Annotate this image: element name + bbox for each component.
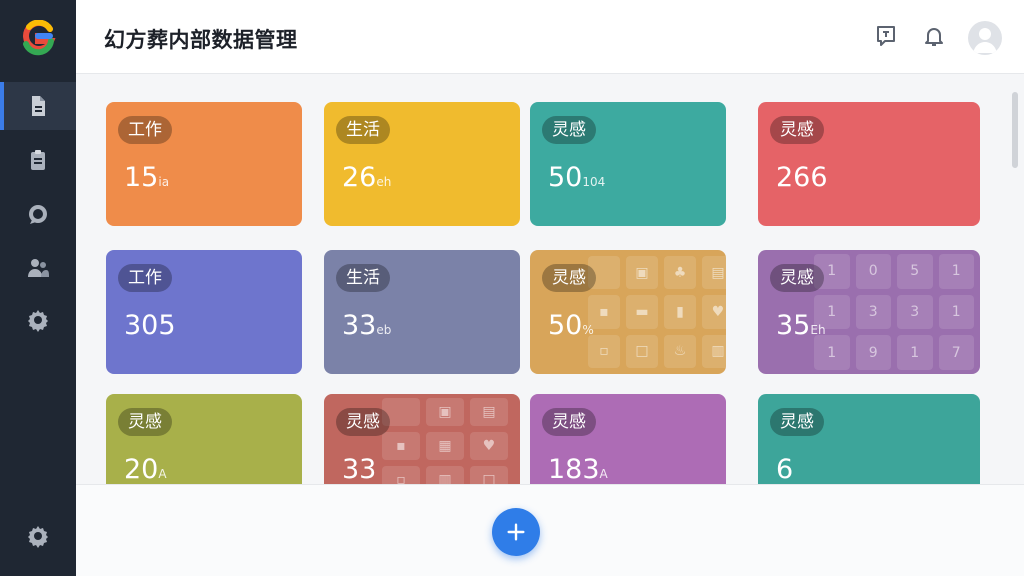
- tile: □: [470, 466, 508, 484]
- card-number: 266: [776, 162, 828, 193]
- grid-digit: 9: [855, 335, 891, 370]
- data-card[interactable]: 灵感 20A: [106, 394, 302, 484]
- grid-digit: 5: [897, 254, 933, 289]
- avatar[interactable]: [968, 21, 1002, 55]
- grid-digit: 3: [855, 294, 891, 330]
- card-tag: 灵感: [336, 408, 390, 436]
- digit-tile-grid: 1 0 5 1 1 3 3 1 1 9 1 7: [814, 254, 974, 370]
- user-avatar-icon: [973, 28, 997, 53]
- plus-icon: [507, 523, 525, 541]
- card-number: 35Eh: [776, 310, 826, 341]
- tile: ▮: [664, 295, 696, 329]
- tile: ♥: [470, 432, 508, 460]
- grid-digit: 0: [855, 254, 891, 289]
- data-card[interactable]: 生活 26eh: [324, 102, 520, 226]
- sidebar-item-messages[interactable]: [0, 190, 76, 238]
- card-tag: 灵感: [770, 408, 824, 436]
- card-number: 20A: [124, 454, 167, 484]
- tile: ▣: [426, 398, 464, 426]
- card-tag: 灵感: [542, 264, 596, 292]
- sidebar-item-tasks[interactable]: [0, 136, 76, 184]
- card-tag: 工作: [118, 264, 172, 292]
- card-number: 33eb: [342, 310, 392, 341]
- add-button[interactable]: [492, 508, 540, 556]
- card-tag: 灵感: [770, 264, 824, 292]
- sidebar-item-bottom-settings[interactable]: [0, 512, 76, 560]
- card-number: 33: [342, 454, 377, 484]
- tile: □: [626, 334, 658, 368]
- tile: ♨: [664, 334, 696, 368]
- card-tag: 灵感: [118, 408, 172, 436]
- card-number: 15ia: [124, 162, 170, 193]
- message-icon: [877, 26, 895, 46]
- tile: ▥: [426, 466, 464, 484]
- card-tag: 灵感: [542, 408, 596, 436]
- tile: ▣: [626, 256, 658, 290]
- tile: ▫: [382, 466, 420, 484]
- scrollbar[interactable]: [1012, 92, 1018, 168]
- app-logo[interactable]: [20, 19, 56, 56]
- card-number: 183A: [548, 454, 608, 484]
- tile: ▤: [702, 256, 726, 290]
- card-number: 6: [776, 454, 794, 484]
- tile: ▥: [702, 334, 726, 368]
- document-icon: [32, 96, 45, 116]
- grid-digit: 1: [897, 335, 933, 370]
- card-tag: 灵感: [770, 116, 824, 144]
- sidebar: [0, 0, 76, 576]
- sidebar-item-users[interactable]: [0, 244, 76, 292]
- grid-digit: 3: [897, 294, 933, 330]
- icon-tile-grid: ▣ ▤ ▪ ▦ ♥ ▫ ▥ □: [382, 398, 508, 484]
- notifications-button[interactable]: [920, 22, 948, 50]
- gear-icon: [28, 526, 48, 548]
- card-number: 26eh: [342, 162, 392, 193]
- grid-digit: 1: [938, 254, 974, 289]
- data-card[interactable]: 灵感 50104: [530, 102, 726, 226]
- chat-bubble-icon: [29, 205, 47, 224]
- data-card[interactable]: 灵感 266: [758, 102, 980, 226]
- gear-icon: [28, 310, 48, 332]
- data-card[interactable]: 灵感 6: [758, 394, 980, 484]
- data-card[interactable]: 灵感 183A: [530, 394, 726, 484]
- tile: ▪: [382, 432, 420, 460]
- data-card[interactable]: 工作 15ia: [106, 102, 302, 226]
- card-number: 305: [124, 310, 176, 341]
- data-card[interactable]: ▣ ▤ ▪ ▦ ♥ ▫ ▥ □ 灵感 33: [324, 394, 520, 484]
- tile: ♣: [664, 256, 696, 290]
- tile: ♥: [702, 295, 726, 329]
- data-card[interactable]: 1 0 5 1 1 3 3 1 1 9 1 7 灵感 35Eh: [758, 250, 980, 374]
- tile: ▦: [426, 432, 464, 460]
- sidebar-item-documents[interactable]: [0, 82, 76, 130]
- message-button[interactable]: [872, 22, 900, 50]
- header: 幻方葬内部数据管理: [76, 0, 1024, 74]
- tile: ▤: [470, 398, 508, 426]
- tile: ▬: [626, 295, 658, 329]
- users-icon: [28, 259, 49, 277]
- bell-icon: [925, 28, 943, 46]
- card-number: 50%: [548, 310, 594, 341]
- card-tag: 工作: [118, 116, 172, 144]
- data-card[interactable]: 工作 305: [106, 250, 302, 374]
- card-tag: 生活: [336, 116, 390, 144]
- card-grid: 工作 15ia 生活 26eh 灵感 50104 灵感 266 工作 305 生…: [76, 74, 1024, 484]
- icon-tile-grid: ▣ ♣ ▤ ▪ ▬ ▮ ♥ ▫ □ ♨ ▥: [588, 256, 726, 368]
- data-card[interactable]: 生活 33eb: [324, 250, 520, 374]
- grid-digit: 7: [938, 335, 974, 370]
- clipboard-icon: [31, 150, 45, 170]
- card-tag: 灵感: [542, 116, 596, 144]
- card-number: 50104: [548, 162, 606, 193]
- page-title: 幻方葬内部数据管理: [104, 28, 298, 52]
- grid-digit: 1: [938, 294, 974, 330]
- card-tag: 生活: [336, 264, 390, 292]
- sidebar-item-settings[interactable]: [0, 296, 76, 344]
- footer-bar: [76, 484, 1024, 576]
- data-card[interactable]: ▣ ♣ ▤ ▪ ▬ ▮ ♥ ▫ □ ♨ ▥ 灵感 50%: [530, 250, 726, 374]
